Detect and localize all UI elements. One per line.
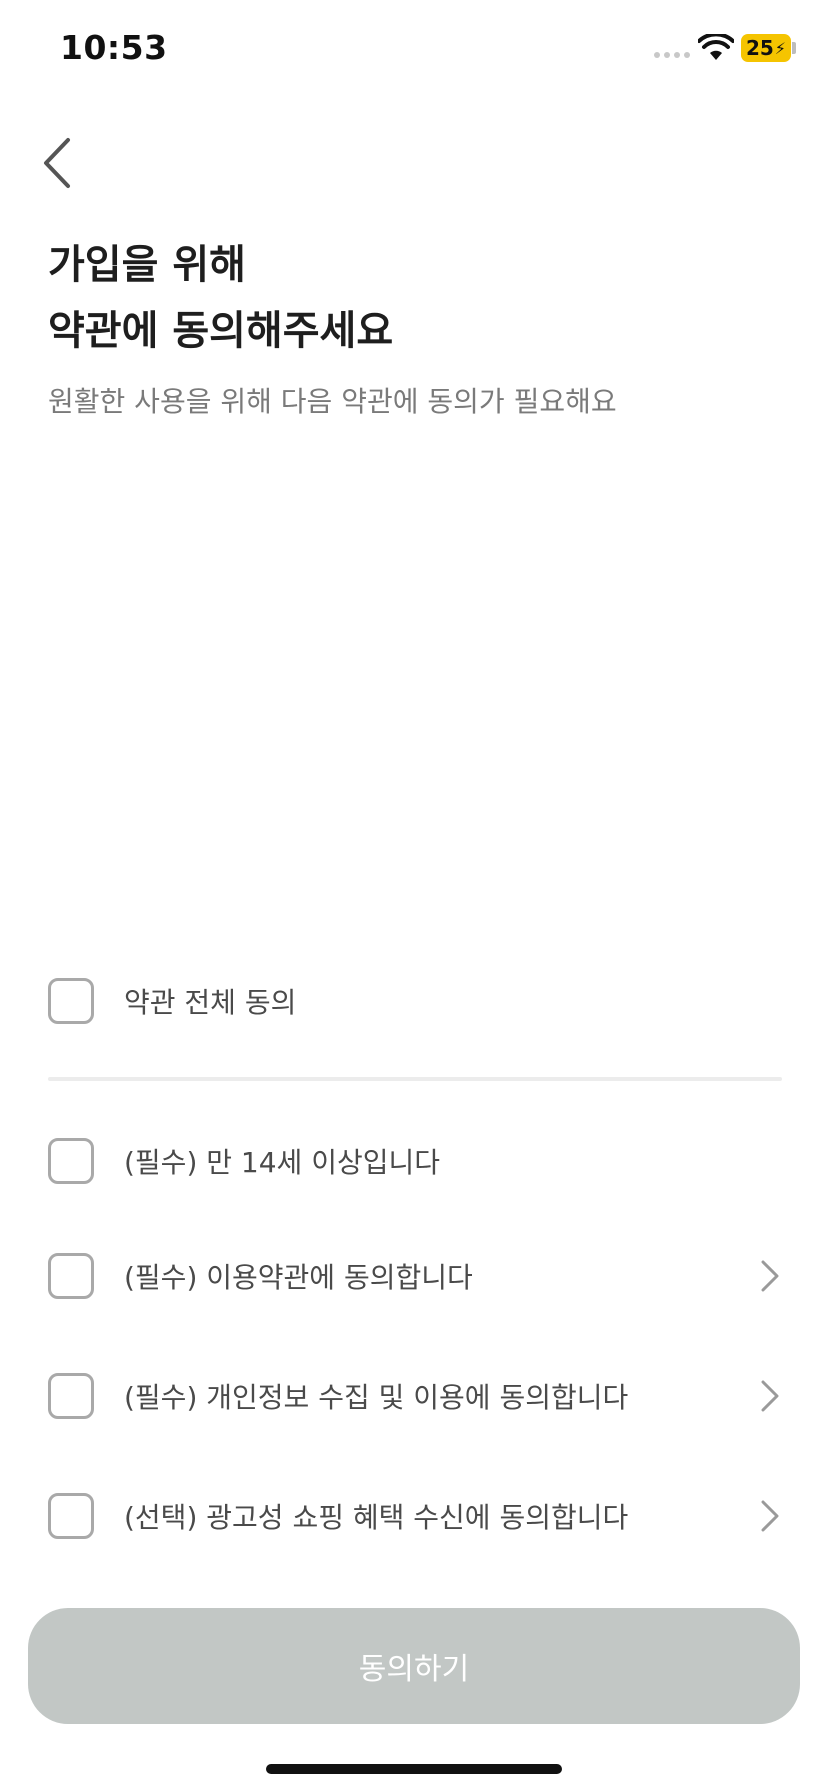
page-title-line-2: 약관에 동의해주세요 [48,308,394,354]
battery-cap [792,42,796,54]
term-label: (필수) 이용약관에 동의합니다 [124,1261,473,1294]
term-row-terms-of-use[interactable]: (필수) 이용약관에 동의합니다 [48,1241,782,1311]
term-label: (필수) 개인정보 수집 및 이용에 동의합니다 [124,1381,629,1414]
term-checkbox[interactable] [48,1138,94,1184]
term-checkbox[interactable] [48,1373,94,1419]
chevron-left-icon [44,138,70,188]
term-label: (선택) 광고성 쇼핑 혜택 수신에 동의합니다 [124,1501,629,1534]
page-subtitle: 원활한 사용을 위해 다음 약관에 동의가 필요해요 [48,385,617,418]
agree-all-checkbox[interactable] [48,978,94,1024]
wifi-icon [698,34,734,60]
term-row-age[interactable]: (필수) 만 14세 이상입니다 [48,1126,782,1196]
agree-all-row[interactable]: 약관 전체 동의 [48,966,782,1036]
term-row-privacy[interactable]: (필수) 개인정보 수집 및 이용에 동의합니다 [48,1361,782,1431]
battery-icon: 25 ⚡ [741,34,791,62]
chevron-right-icon[interactable] [758,1379,782,1413]
term-checkbox[interactable] [48,1493,94,1539]
term-label: (필수) 만 14세 이상입니다 [124,1146,441,1179]
status-time: 10:53 [60,28,168,67]
page-title-line-1: 가입을 위해 [48,242,246,288]
back-button[interactable] [30,128,90,198]
page-title: 가입을 위해 약관에 동의해주세요 [48,232,393,364]
divider [48,1077,782,1081]
cellular-signal-icon [654,52,690,58]
status-bar: 10:53 25 ⚡ [0,0,828,100]
chevron-right-icon[interactable] [758,1259,782,1293]
home-indicator[interactable] [266,1764,562,1774]
agree-all-label: 약관 전체 동의 [124,986,297,1019]
chevron-right-icon[interactable] [758,1499,782,1533]
agree-button[interactable]: 동의하기 [28,1608,800,1724]
term-row-marketing[interactable]: (선택) 광고성 쇼핑 혜택 수신에 동의합니다 [48,1481,782,1551]
battery-level: 25 [745,36,774,60]
term-checkbox[interactable] [48,1253,94,1299]
